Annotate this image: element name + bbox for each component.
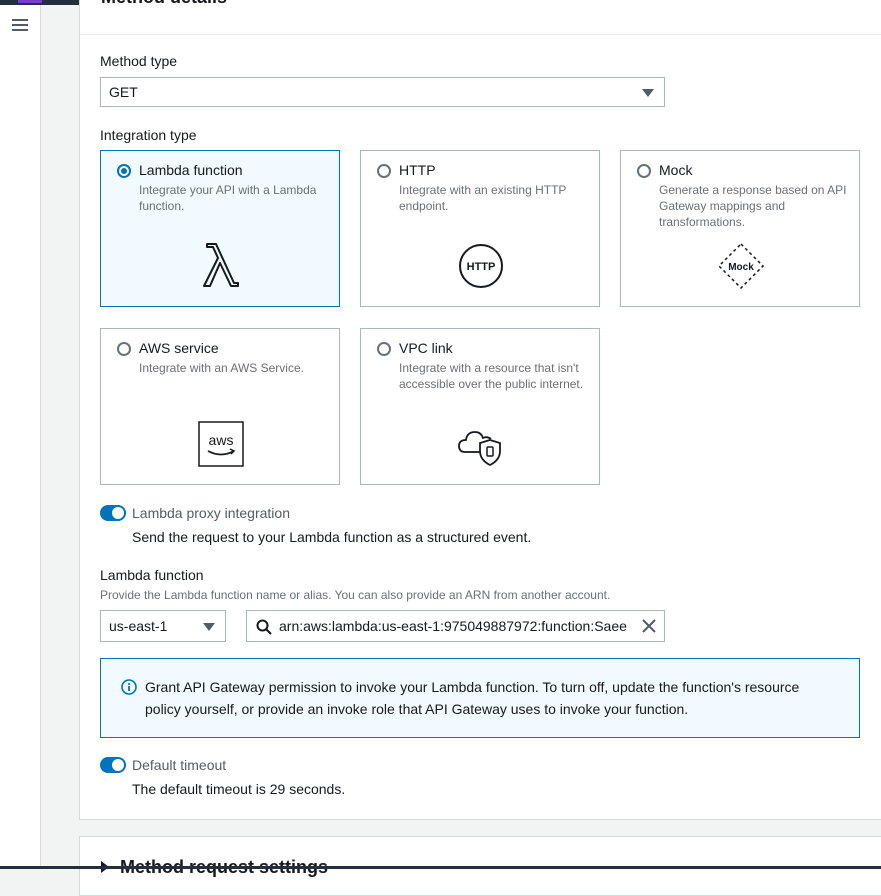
caret-down-icon xyxy=(203,623,215,631)
method-type-select[interactable]: GET xyxy=(100,77,665,107)
integration-type-label: Integration type xyxy=(100,127,197,143)
option-description: Integrate with an AWS Service. xyxy=(139,361,304,375)
lambda-function-description: Provide the Lambda function name or alia… xyxy=(100,588,611,602)
radio-mock[interactable] xyxy=(637,164,651,178)
section-title: Method details xyxy=(101,0,227,8)
radio-aws-service[interactable] xyxy=(117,342,131,356)
option-description: Generate a response based on API Gateway… xyxy=(659,183,847,229)
radio-lambda[interactable] xyxy=(117,164,131,178)
lambda-proxy-toggle[interactable] xyxy=(100,505,126,521)
aws-icon-text: aws xyxy=(209,432,234,448)
method-type-value: GET xyxy=(109,84,138,100)
lambda-icon xyxy=(203,243,239,287)
integration-option-mock[interactable]: Mock Generate a response based on API Ga… xyxy=(620,150,860,307)
option-description: Integrate your API with a Lambda functio… xyxy=(139,183,317,213)
region-select[interactable]: us-east-1 xyxy=(100,610,226,642)
lambda-function-search-input[interactable]: arn:aws:lambda:us-east-1:975049887972:fu… xyxy=(246,610,665,642)
integration-option-http[interactable]: HTTP Integrate with an existing HTTP end… xyxy=(360,150,600,307)
default-timeout-label: Default timeout xyxy=(132,757,227,773)
info-alert-text: Grant API Gateway permission to invoke y… xyxy=(145,679,800,717)
panel-header: Method details xyxy=(80,0,881,35)
integration-option-lambda[interactable]: Lambda function Integrate your API with … xyxy=(100,150,340,307)
method-type-label: Method type xyxy=(100,53,178,69)
default-timeout-description: The default timeout is 29 seconds. xyxy=(132,781,346,797)
left-navigation-rail xyxy=(0,5,41,869)
integration-option-vpc-link[interactable]: VPC link Integrate with a resource that … xyxy=(360,328,600,485)
menu-icon[interactable] xyxy=(12,19,28,33)
option-description: Integrate with an existing HTTP endpoint… xyxy=(399,183,567,213)
services-logo-strip xyxy=(18,0,42,3)
mock-icon: Mock xyxy=(717,242,765,290)
search-icon xyxy=(256,619,272,635)
region-value: us-east-1 xyxy=(109,618,168,634)
radio-vpc-link[interactable] xyxy=(377,342,391,356)
radio-http[interactable] xyxy=(377,164,391,178)
integration-option-aws-service[interactable]: AWS service Integrate with an AWS Servic… xyxy=(100,328,340,485)
option-title: Lambda function xyxy=(139,162,243,178)
mock-icon-text: Mock xyxy=(728,262,754,273)
option-title: AWS service xyxy=(139,340,219,356)
default-timeout-toggle[interactable] xyxy=(100,757,126,773)
clear-icon[interactable] xyxy=(642,619,656,633)
option-title: VPC link xyxy=(399,340,453,356)
option-title: HTTP xyxy=(399,162,436,178)
info-icon xyxy=(121,679,137,695)
lambda-proxy-description: Send the request to your Lambda function… xyxy=(132,529,532,545)
info-alert: Grant API Gateway permission to invoke y… xyxy=(100,658,860,738)
http-icon: HTTP xyxy=(459,244,503,288)
vpc-cloud-shield-icon xyxy=(458,431,501,467)
lambda-function-label: Lambda function xyxy=(100,567,204,583)
lambda-proxy-label: Lambda proxy integration xyxy=(132,505,290,521)
aws-icon: aws xyxy=(198,421,244,467)
http-icon-text: HTTP xyxy=(467,261,496,273)
option-title: Mock xyxy=(659,162,693,178)
caret-down-icon xyxy=(642,89,654,97)
option-description: Integrate with a resource that isn't acc… xyxy=(399,361,584,391)
lambda-function-value: arn:aws:lambda:us-east-1:975049887972:fu… xyxy=(279,618,627,634)
